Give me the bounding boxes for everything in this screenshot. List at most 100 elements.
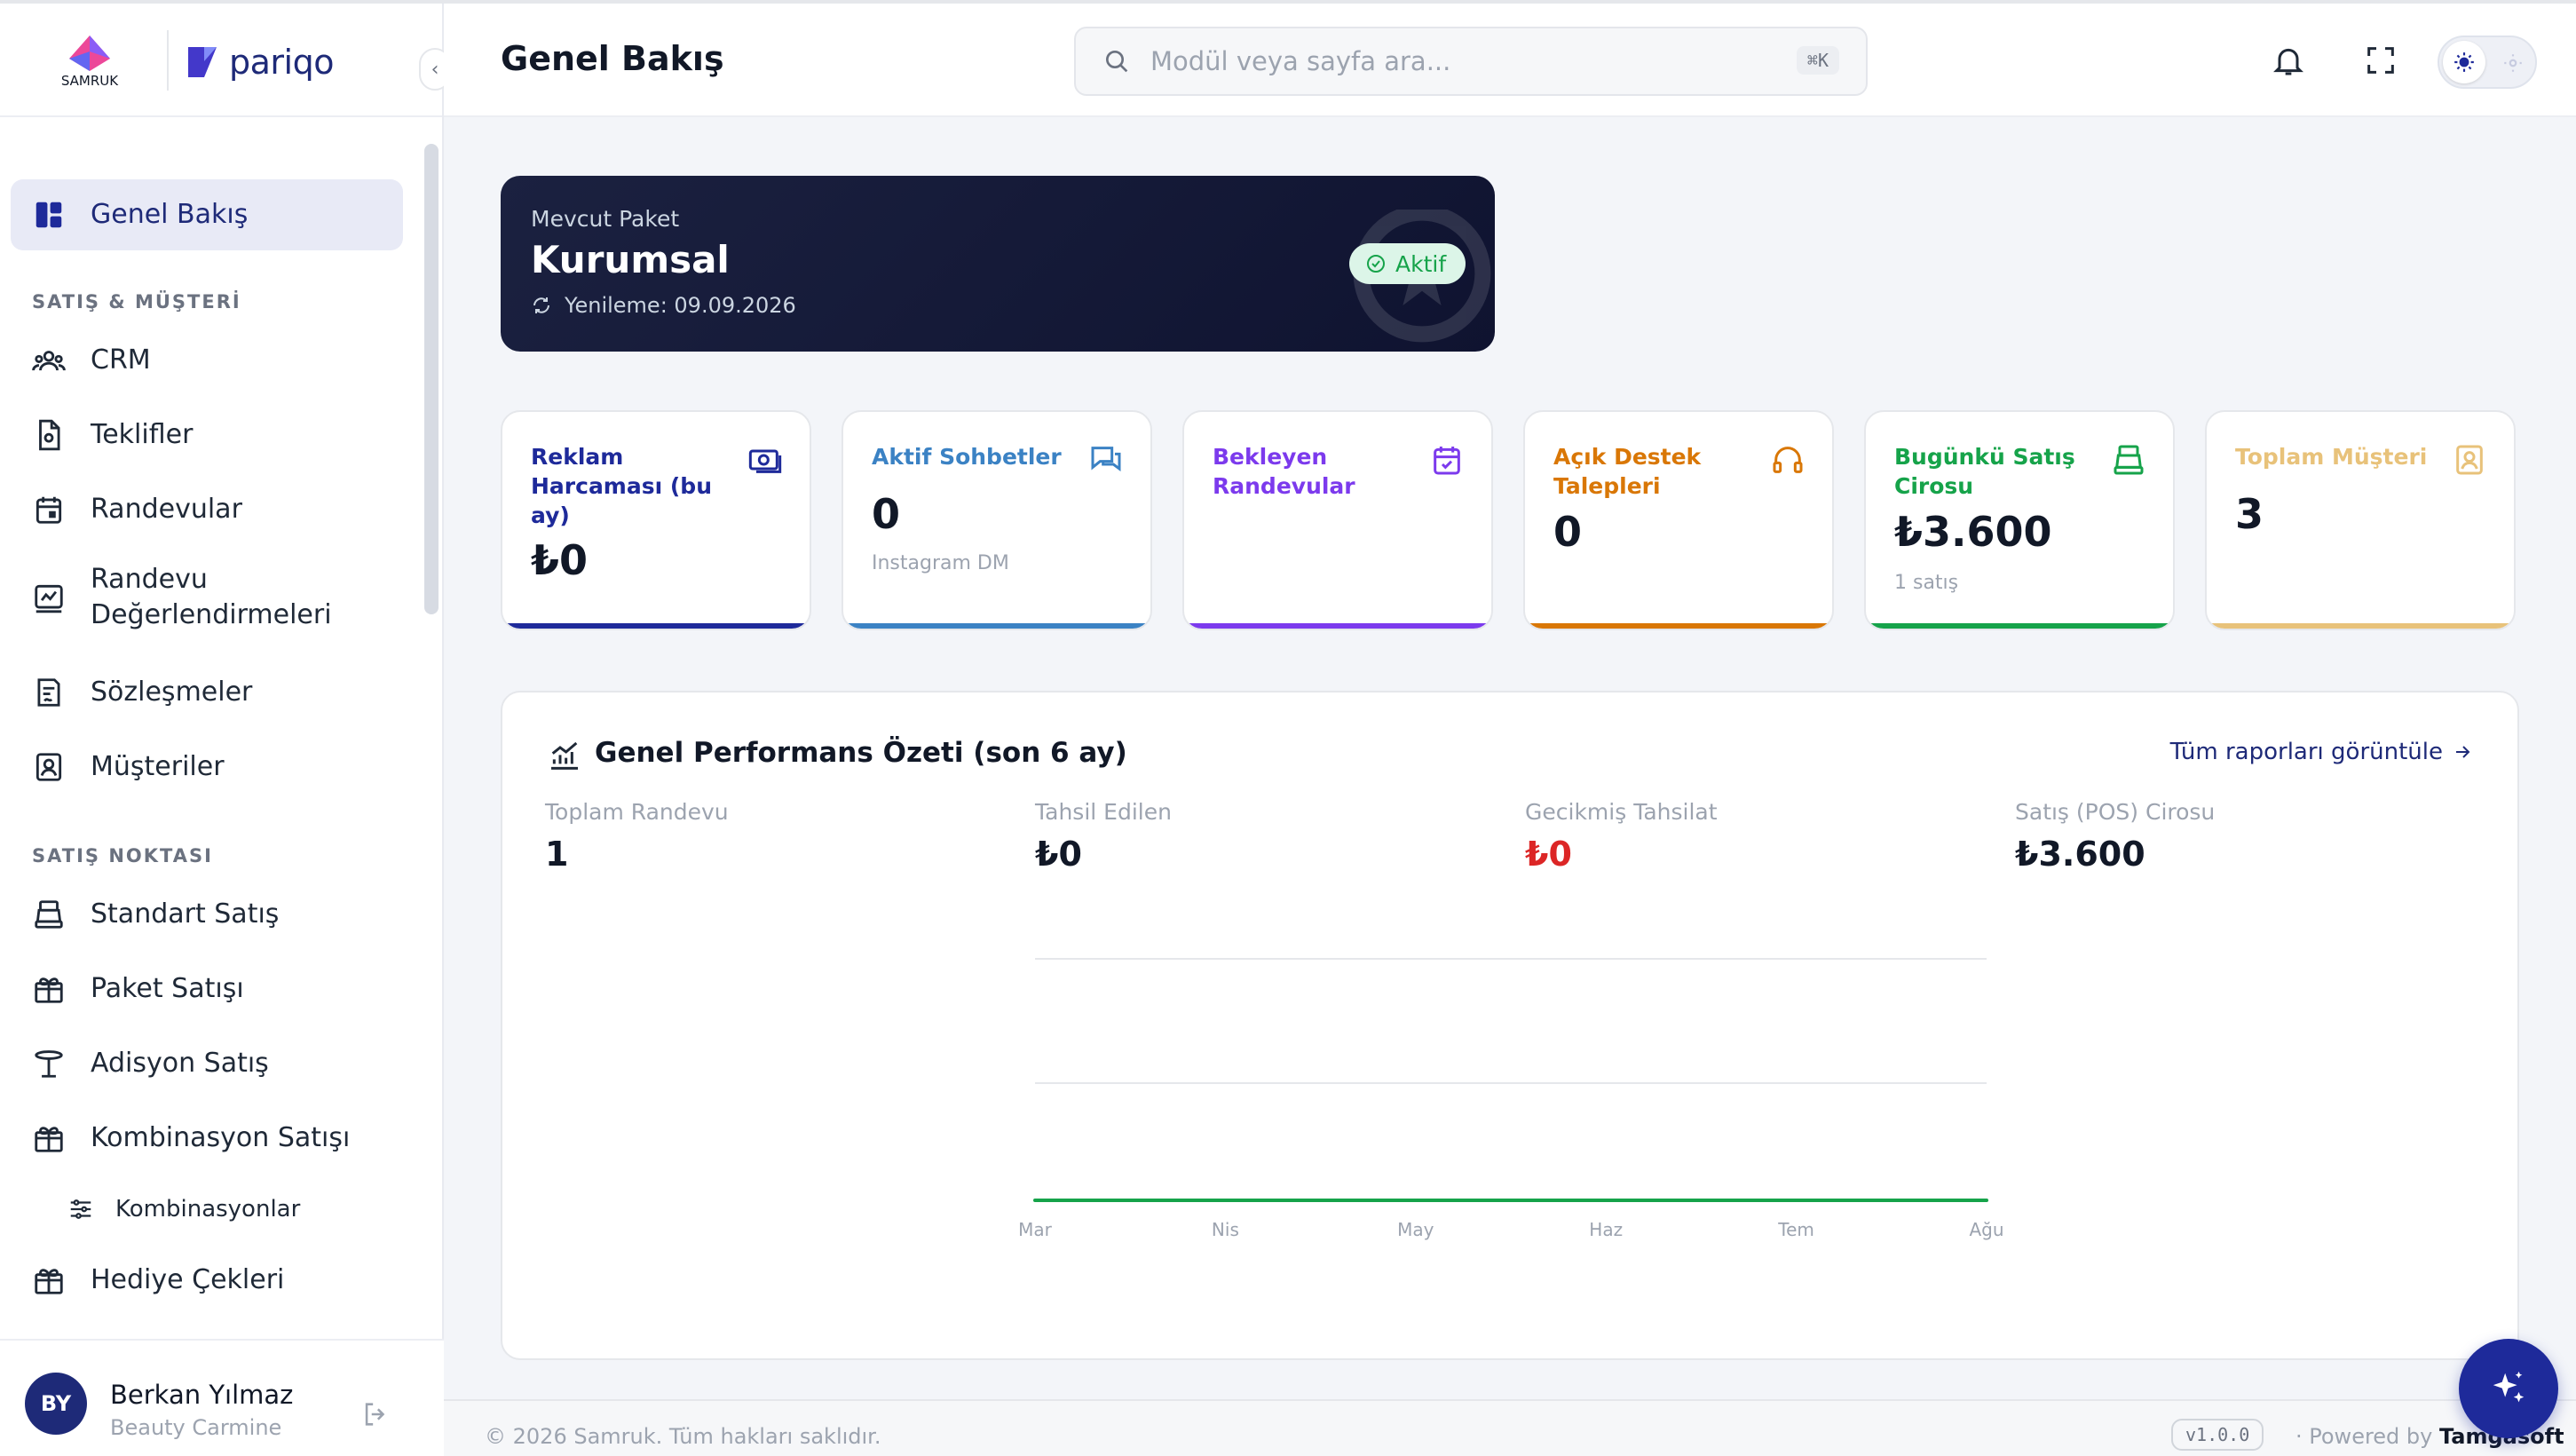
stat-title: Aktif Sohbetler (872, 444, 1062, 470)
customer-card-icon (36, 753, 62, 781)
sidebar-item-label: Hediye Çekleri (91, 1264, 285, 1295)
ai-assistant-button[interactable] (2459, 1339, 2558, 1438)
top-header: Genel Bakış ⌘K (444, 4, 2576, 117)
review-icon (35, 584, 63, 613)
stat-title: Açık Destek Talepleri (1553, 444, 1702, 499)
chat-icon (1091, 447, 1121, 471)
sidebar-item-label: Standart Satış (91, 898, 280, 930)
copyright-text: © 2026 Samruk. Tüm hakları saklıdır. (485, 1424, 881, 1449)
sidebar-item-crm[interactable]: CRM (11, 325, 403, 396)
avatar[interactable]: BY (25, 1373, 87, 1435)
sidebar-item-label: Kombinasyon Satışı (91, 1122, 351, 1153)
sidebar-item-label: Sözleşmeler (91, 677, 253, 708)
sidebar-item-label: CRM (91, 344, 151, 376)
sidebar-item-kombinasyon-satisi[interactable]: Kombinasyon Satışı (11, 1103, 403, 1174)
sidebar-item-label: Randevular (91, 494, 242, 525)
sidebar-item-adisyon-satis[interactable]: Adisyon Satış (11, 1028, 403, 1099)
bell-icon[interactable] (2271, 43, 2306, 78)
powered-by-prefix: · Powered by (2295, 1424, 2433, 1449)
performance-summary-panel: Genel Performans Özeti (son 6 ay) Tüm ra… (501, 691, 2519, 1360)
sidebar-item-label: Genel Bakış (91, 199, 249, 230)
chart-x-tick-label: Ağu (1969, 1219, 2003, 1240)
fullscreen-icon[interactable] (2363, 43, 2398, 78)
customer-card-icon (2456, 445, 2483, 475)
sidebar-item-paket-satisi[interactable]: Paket Satışı (11, 954, 403, 1025)
sidebar-item-sozlesmeler[interactable]: Sözleşmeler (11, 657, 403, 728)
stat-card-ad-spend[interactable]: Reklam Harcaması (bu ay) ₺0 (501, 410, 811, 630)
logout-icon[interactable] (360, 1399, 391, 1429)
chart-x-tick-label: Haz (1589, 1219, 1623, 1240)
sidebar: SAMRUK pariqo ‹ Genel Bakış SATIŞ & MÜŞT… (0, 4, 451, 1456)
chart-point[interactable] (1413, 1199, 1418, 1202)
logo-divider (167, 30, 169, 91)
sidebar-item-label: Müşteriler (91, 751, 225, 782)
table-icon (35, 1050, 63, 1078)
chart-point[interactable] (1985, 1199, 1988, 1202)
chart-point[interactable] (1033, 1199, 1037, 1202)
stat-accent-bar (1525, 623, 1832, 629)
current-package-card: Mevcut Paket Kurumsal Yenileme: 09.09.20… (501, 176, 1495, 352)
chart-x-tick-label: Tem (1777, 1219, 1814, 1240)
section-label-sales: SATIŞ & MÜŞTERİ (32, 291, 241, 313)
theme-toggle[interactable] (2438, 36, 2537, 89)
calendar-check-icon (1434, 447, 1460, 475)
status-badge-label: Aktif (1395, 250, 1447, 277)
document-icon (39, 419, 60, 451)
sidebar-item-teklifler[interactable]: Teklifler (11, 400, 403, 471)
version-badge: v1.0.0 (2171, 1419, 2264, 1451)
user-organization: Beauty Carmine (110, 1415, 282, 1440)
headset-icon (1773, 447, 1803, 473)
cash-register-icon (2114, 445, 2144, 475)
pariqo-logo-text: pariqo (229, 43, 334, 82)
sidebar-item-label: Randevu Değerlendirmeleri (91, 564, 332, 630)
sidebar-scrollbar[interactable] (424, 144, 439, 614)
sidebar-subitem-kombinasyonlar[interactable]: Kombinasyonlar (67, 1184, 300, 1234)
stat-value: 0 (1553, 508, 1583, 556)
chart-point[interactable] (1604, 1199, 1608, 1202)
user-profile[interactable]: BY Berkan Yılmaz Beauty Carmine (0, 1339, 444, 1456)
search-bar[interactable]: ⌘K (1074, 27, 1868, 96)
stat-card-total-customers[interactable]: Toplam Müşteri 3 (2205, 410, 2516, 630)
package-renewal-text: Yenileme: 09.09.2026 (565, 293, 796, 318)
sidebar-item-genel-bakis[interactable]: Genel Bakış (11, 179, 403, 250)
chart-point[interactable] (1794, 1199, 1798, 1202)
stat-title: Reklam Harcaması (bu ay) (531, 444, 713, 528)
section-label-pos: SATIŞ NOKTASI (32, 845, 213, 866)
stat-subtext: Instagram DM (872, 552, 1009, 574)
sparkles-icon (2493, 1371, 2525, 1403)
user-name: Berkan Yılmaz (110, 1380, 294, 1410)
sidebar-item-label: Teklifler (91, 419, 194, 450)
chart-point[interactable] (1223, 1199, 1228, 1202)
contract-icon (37, 678, 60, 707)
stat-title: Bekleyen Randevular (1213, 444, 1355, 499)
pariqo-logo[interactable]: pariqo (186, 43, 334, 82)
check-circle-icon (1367, 255, 1385, 273)
sidebar-item-randevular[interactable]: Randevular (11, 474, 403, 545)
stat-card-today-sales[interactable]: Bugünkü Satış Cirosu ₺3.600 1 satış (1864, 410, 2175, 630)
sidebar-item-randevu-degerlendirmeleri[interactable]: Randevu Değerlendirmeleri (11, 549, 403, 646)
brand-area: SAMRUK pariqo (0, 4, 442, 117)
samruk-logo[interactable]: SAMRUK (50, 32, 130, 89)
sun-outline-icon (2504, 54, 2522, 72)
package-name: Kurumsal (531, 238, 730, 281)
sidebar-item-hediye-cekleri[interactable]: Hediye Çekleri (11, 1245, 403, 1316)
stat-value: ₺3.600 (1894, 508, 2052, 556)
search-shortcut-hint: ⌘K (1796, 46, 1839, 75)
page-title: Genel Bakış (501, 39, 724, 78)
sidebar-item-label: Paket Satışı (91, 973, 244, 1004)
gift-box-icon (35, 1269, 63, 1294)
sidebar-item-musteriler[interactable]: Müşteriler (11, 732, 403, 803)
sidebar-item-standart-satis[interactable]: Standart Satış (11, 879, 403, 950)
stat-accent-bar (502, 623, 810, 629)
sidebar-subitem-label: Kombinasyonlar (115, 1196, 301, 1223)
stat-card-pending-appointments[interactable]: Bekleyen Randevular (1182, 410, 1493, 630)
chart-x-tick-label: Mar (1018, 1219, 1053, 1240)
calendar-icon (36, 496, 62, 524)
stat-accent-bar (1184, 623, 1491, 629)
samruk-logo-text: SAMRUK (61, 73, 119, 89)
status-badge: Aktif (1349, 243, 1466, 284)
footer: © 2026 Samruk. Tüm hakları saklıdır. v1.… (444, 1399, 2576, 1456)
stat-card-active-chats[interactable]: Aktif Sohbetler 0 Instagram DM (842, 410, 1152, 630)
stat-card-open-tickets[interactable]: Açık Destek Talepleri 0 (1523, 410, 1834, 630)
search-input[interactable] (1150, 46, 1772, 76)
